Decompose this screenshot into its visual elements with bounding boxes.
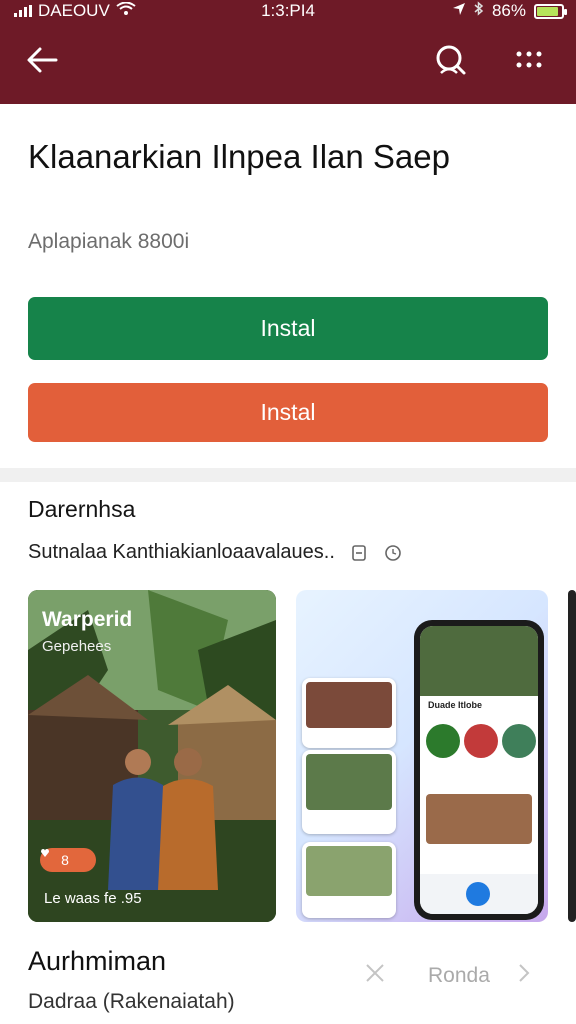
chevron-right-icon[interactable] xyxy=(516,962,532,990)
top-app-bar: DAEOUV 1:3:PI4 86% xyxy=(0,0,576,104)
photo-tile xyxy=(426,794,532,844)
install-button[interactable]: Instal xyxy=(28,297,548,360)
clock-icon[interactable] xyxy=(383,543,403,563)
secondary-install-button[interactable]: Instal xyxy=(28,383,548,442)
phone-mockup: Duade Itlobe xyxy=(414,620,544,920)
section-subtitle: Dadraa (Rakenaiatah) xyxy=(28,990,235,1013)
preview-card xyxy=(302,750,396,834)
screenshot-3-peek[interactable] xyxy=(568,590,576,922)
copy-icon[interactable] xyxy=(349,543,369,563)
screenshot-1[interactable]: Warperid Gepehees 8 Le waas fe .95 xyxy=(28,590,276,922)
about-description: Sutnalaa Kanthiakianloaavalaues.. xyxy=(28,541,335,563)
badge-pill[interactable]: 8 xyxy=(40,848,96,872)
app-title: Klaanarkian Ilnpea Ilan Saep xyxy=(28,138,450,175)
search-icon[interactable] xyxy=(430,40,470,80)
category-dots xyxy=(426,724,536,758)
section-divider xyxy=(0,468,576,482)
fab-icon xyxy=(466,882,490,906)
more-dots-icon[interactable] xyxy=(509,40,549,80)
battery-icon xyxy=(534,3,567,19)
preview-card xyxy=(302,842,396,918)
preview-card xyxy=(302,678,396,748)
about-description-row[interactable]: Sutnalaa Kanthiakianloaavalaues.. xyxy=(28,541,403,564)
about-heading: Darernhsa xyxy=(28,496,136,522)
badge-count: 8 xyxy=(61,852,69,868)
screenshot-footer: Le waas fe .95 xyxy=(44,890,142,907)
close-icon[interactable] xyxy=(364,962,386,990)
bluetooth-icon xyxy=(474,1,484,21)
screenshot-title: Warperid xyxy=(42,608,133,631)
status-bar: DAEOUV 1:3:PI4 86% xyxy=(0,0,576,24)
screenshot-2[interactable]: Duade Itlobe xyxy=(296,590,548,922)
nav-label[interactable]: Ronda xyxy=(428,964,490,988)
back-arrow-icon[interactable] xyxy=(22,40,62,80)
location-icon xyxy=(452,1,466,21)
battery-percent: 86% xyxy=(491,1,526,20)
app-subtitle: Aplapianak 8800i xyxy=(28,230,190,253)
phone-label: Duade Itlobe xyxy=(428,700,483,710)
section-title: Aurhmiman xyxy=(28,946,167,976)
screenshot-subtitle: Gepehees xyxy=(42,638,112,655)
